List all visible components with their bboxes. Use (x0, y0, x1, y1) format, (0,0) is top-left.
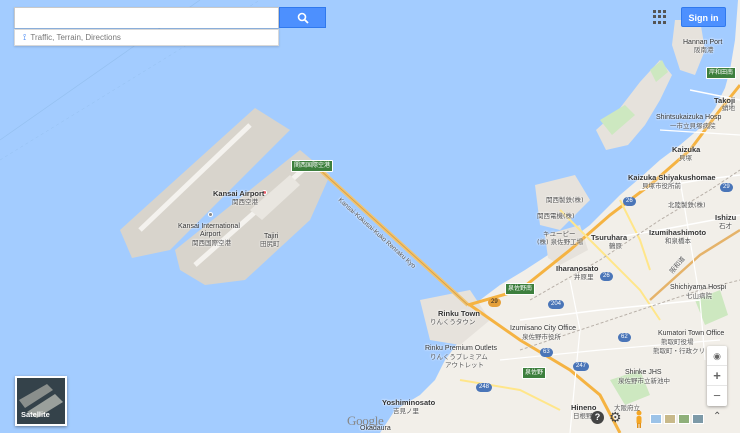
search-input[interactable] (15, 8, 278, 28)
label-kumatori-jp-2: 熊取町・行政クリ (653, 347, 705, 355)
label-rinku-town: Rinku Town (438, 309, 480, 318)
label-shichiyama-jp: 七山病院 (686, 292, 712, 300)
label-kansai-denki: 関西電機(株) (537, 212, 575, 220)
route-number: 63 (540, 348, 553, 357)
label-kansai-intl-jp: 関西国際空港 (192, 239, 231, 247)
apps-grid-icon[interactable] (653, 10, 667, 24)
bottom-controls: ? ⚙ ⌃ (588, 408, 740, 433)
label-rinku-town-jp: りんくうタウン (430, 318, 476, 326)
traffic-terrain-directions-label: Traffic, Terrain, Directions (30, 33, 121, 42)
route-number: 26 (600, 272, 613, 281)
label-ishizu: Ishizu (715, 213, 737, 222)
label-shinke: Shinke JHS (625, 369, 662, 376)
zoom-in-button[interactable]: + (707, 366, 727, 386)
label-iharanosato-jp: 井原里 (574, 273, 594, 281)
label-izumisano-city-jp: 泉佐野市役所 (522, 333, 561, 341)
label-iharanosato: Iharanosato (556, 264, 599, 273)
label-shichiyama: Shichiyama Hospi (670, 284, 727, 291)
label-kumatori-jp: 熊取町役場 (661, 338, 694, 346)
label-kaizuka-shiyakusho-jp: 貝塚市役所前 (642, 182, 681, 190)
label-kaizuka-shiyakusho: Kaizuka Shiyakushomae (628, 173, 716, 182)
label-rinku-outlets: Rinku Premium Outlets (425, 345, 497, 352)
shield-kanku: 関西国際空港 (291, 160, 334, 172)
label-shinke-jp: 泉佐野市立新池中 (618, 377, 670, 385)
route-number: 247 (573, 362, 590, 371)
label-kewpie-jp: (株) 泉佐野工場 (537, 238, 584, 246)
search-box (14, 7, 279, 28)
satellite-toggle[interactable]: Satellite (15, 376, 67, 426)
search-button[interactable] (279, 7, 326, 28)
label-kansai-intl-2: Airport (200, 231, 221, 238)
layer-thumbnails (650, 414, 704, 424)
shield-izumisano: 泉佐野 (522, 367, 547, 379)
label-kumatori: Kumatori Town Office (658, 330, 725, 337)
label-izumihashimoto-jp: 和泉橋本 (665, 237, 691, 245)
label-takojizo-jp: 蛸地 (722, 104, 735, 112)
expand-icon[interactable]: ⌃ (713, 411, 721, 422)
label-shintsukaizuka-jp: 一市立貝塚病院 (670, 122, 716, 130)
label-ishizu-jp: 石才 (719, 222, 732, 230)
label-kansai-airport: Kansai Airport (213, 189, 265, 198)
satellite-label: Satellite (21, 410, 50, 419)
my-location-button[interactable]: ◉ (707, 346, 727, 366)
settings-gear-icon[interactable]: ⚙ (609, 409, 622, 425)
route-number: 29 (720, 183, 733, 192)
route-number: 204 (548, 300, 565, 309)
zoom-controls: ◉ + − (707, 346, 727, 406)
route-number: 62 (618, 333, 631, 342)
route-number: 29 (488, 298, 501, 307)
layer-thumb-traffic[interactable] (650, 414, 662, 424)
label-yoshiminosato-jp: 吉見ノ里 (393, 407, 419, 415)
label-kaizuka: Kaizuka (672, 145, 701, 154)
map-canvas[interactable]: Kansai Airport 関西空港 Kansai International… (0, 0, 740, 433)
label-tajiri-jp: 田尻町 (260, 240, 280, 248)
label-kirin: 北陸製鉄(株) (668, 201, 706, 209)
label-izumihashimoto: Izumihashimoto (649, 228, 707, 237)
sign-in-button[interactable]: Sign in (681, 7, 726, 27)
help-button[interactable]: ? (591, 411, 604, 424)
label-kansai-seizai: 関西製鉄(株) (546, 196, 584, 204)
zoom-out-button[interactable]: − (707, 386, 727, 406)
label-kansai-airport-jp: 関西空港 (232, 198, 258, 206)
traffic-terrain-directions-bar[interactable]: ⟟ Traffic, Terrain, Directions (14, 29, 279, 46)
route-number: 248 (476, 383, 493, 392)
route-number: 26 (623, 197, 636, 206)
label-kaizuka-jp: 貝塚 (679, 154, 692, 162)
label-tsuruhara-jp: 鶴原 (609, 242, 622, 250)
shield-kishiwada-minami: 岸和田南 (706, 67, 737, 79)
airport-terminal-pin[interactable] (208, 212, 213, 217)
label-rinku-outlets-jp-2: アウトレット (445, 361, 484, 369)
directions-icon: ⟟ (23, 32, 27, 42)
search-icon (297, 12, 309, 24)
layer-thumb-terrain[interactable] (664, 414, 676, 424)
label-hannan-port-jp: 阪南港 (694, 46, 714, 54)
label-shintsukaizuka: Shintsukaizuka Hosp (656, 114, 722, 121)
google-watermark: Google (347, 413, 384, 428)
label-tsuruhara: Tsuruhara (591, 233, 628, 242)
pegman-icon[interactable] (635, 410, 643, 428)
label-izumisano-city: Izumisano City Office (510, 325, 577, 332)
layer-thumb-earth[interactable] (678, 414, 690, 424)
layer-thumb-photos[interactable] (692, 414, 704, 424)
shield-izumisano-minami: 泉佐野南 (505, 283, 536, 295)
label-yoshiminosato: Yoshiminosato (382, 398, 436, 407)
